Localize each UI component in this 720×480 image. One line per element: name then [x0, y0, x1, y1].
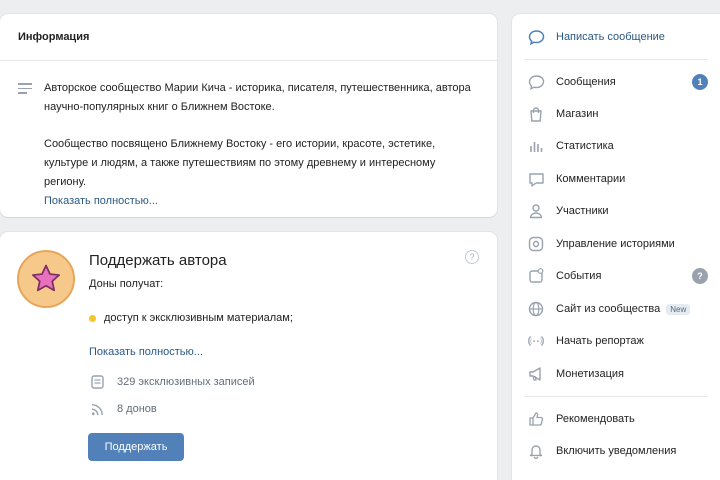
sidebar-item-comments[interactable]: Комментарии — [512, 163, 720, 195]
exclusive-posts-label: 329 эксклюзивных записей — [117, 376, 255, 388]
stories-icon — [527, 235, 545, 253]
unread-count-badge: 1 — [692, 74, 708, 90]
comment-icon — [527, 170, 545, 188]
info-show-more-link[interactable]: Показать полностью... — [44, 192, 479, 211]
sidebar-item-shop[interactable]: Магазин — [512, 98, 720, 130]
write-message-label: Написать сообщение — [556, 31, 665, 43]
benefit-label: доступ к эксклюзивным материалам; — [104, 312, 293, 324]
support-button[interactable]: Поддержать — [88, 433, 184, 461]
bell-icon — [527, 442, 545, 460]
info-description: Авторское сообщество Марии Кича - истори… — [0, 61, 497, 211]
sidebar-item-label: Начать репортаж — [556, 335, 644, 347]
sidebar-item-statistics[interactable]: Статистика — [512, 130, 720, 162]
document-icon — [89, 375, 105, 389]
notifications-label: Включить уведомления — [556, 445, 677, 457]
sidebar-item-stories[interactable]: Управление историями — [512, 228, 720, 260]
events-help-badge: ? — [692, 268, 708, 284]
sidebar-item-website[interactable]: Сайт из сообщества New — [512, 293, 720, 325]
sidebar-item-label: Монетизация — [556, 368, 624, 380]
stats-icon — [527, 137, 545, 155]
benefit-item: доступ к эксклюзивным материалам; — [89, 312, 293, 324]
sidebar-item-events[interactable]: События ? — [512, 260, 720, 292]
sidebar-item-label: Магазин — [556, 108, 599, 120]
message-icon — [527, 73, 545, 91]
sidebar-item-label: Участники — [556, 205, 609, 217]
live-icon: (••) — [527, 332, 545, 350]
sidebar-item-monetization[interactable]: Монетизация — [512, 358, 720, 390]
recommend-label: Рекомендовать — [556, 413, 635, 425]
donors-count-label: 8 донов — [117, 403, 157, 415]
recommend-button[interactable]: Рекомендовать — [512, 403, 720, 435]
description-paragraph-1: Авторское сообщество Марии Кича - истори… — [44, 82, 471, 113]
sidebar-item-members[interactable]: Участники — [512, 195, 720, 227]
donut-support-card: Поддержать автора Доны получат: ? доступ… — [0, 232, 497, 480]
sidebar-item-label: События — [556, 270, 602, 282]
sidebar-item-label: Сайт из сообщества — [556, 303, 661, 315]
new-badge: New — [666, 303, 691, 315]
globe-icon — [527, 300, 545, 318]
shopping-bag-icon — [527, 105, 545, 123]
event-icon — [527, 267, 545, 285]
exclusive-posts-stat: 329 эксклюзивных записей — [89, 375, 255, 389]
bullet-dot-icon — [89, 314, 96, 322]
donors-get-label: Доны получат: — [89, 278, 164, 290]
sidebar-item-label: Статистика — [556, 140, 614, 152]
sidebar-item-messages[interactable]: Сообщения 1 — [512, 66, 720, 98]
rss-icon — [89, 402, 105, 416]
svg-text:(••): (••) — [530, 339, 542, 346]
description-lines-icon — [18, 83, 32, 95]
info-card: Информация Авторское сообщество Марии Ки… — [0, 14, 497, 217]
message-bubble-icon — [527, 28, 545, 46]
donors-stat: 8 донов — [89, 402, 157, 416]
support-show-more-link[interactable]: Показать полностью... — [89, 346, 203, 358]
sidebar-item-label: Сообщения — [556, 76, 616, 88]
sidebar-item-live[interactable]: (••) Начать репортаж — [512, 325, 720, 357]
support-title: Поддержать автора — [89, 252, 227, 269]
sidebar-item-label: Комментарии — [556, 173, 626, 185]
info-title: Информация — [0, 14, 497, 61]
star-badge-icon — [17, 250, 75, 308]
write-message-button[interactable]: Написать сообщение — [512, 21, 720, 53]
description-paragraph-2: Сообщество посвящено Ближнему Востоку - … — [44, 138, 436, 188]
megaphone-icon — [527, 365, 545, 383]
enable-notifications-button[interactable]: Включить уведомления — [512, 435, 720, 467]
user-icon — [527, 202, 545, 220]
thumbs-up-icon — [527, 410, 545, 428]
help-icon[interactable]: ? — [465, 250, 479, 264]
sidebar-item-label: Управление историями — [556, 238, 675, 250]
community-sidebar: Написать сообщение Сообщения 1 Магазин С… — [512, 14, 720, 480]
